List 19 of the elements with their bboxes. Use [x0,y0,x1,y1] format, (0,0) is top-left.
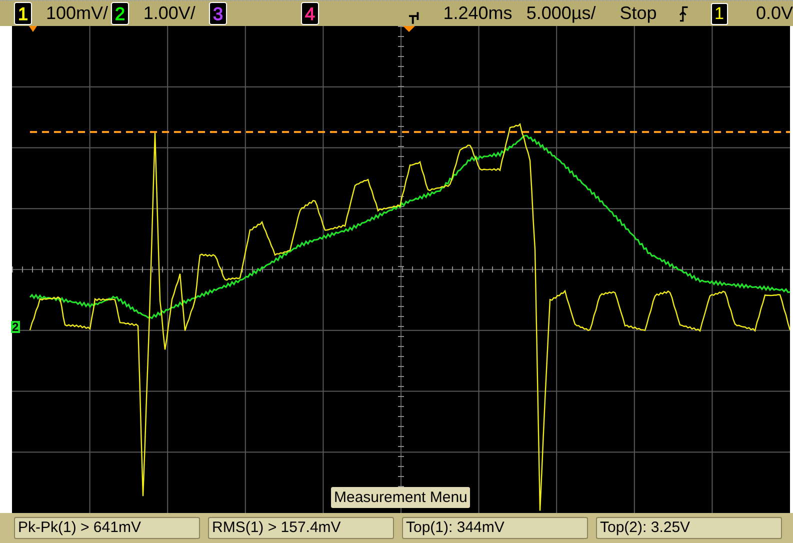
rising-edge-icon [678,6,688,22]
channel-number[interactable]: 3 [208,2,227,25]
menu-title: Measurement Menu [331,487,470,508]
channel-scale: 100mV/ [46,2,108,25]
measurement-readout: Pk-Pk(1) > 641mV [14,517,200,539]
timebase-value: 5.000µs/ [526,2,596,25]
trigger-level: 0.0V [756,2,793,25]
measurement-readout: RMS(1) > 157.4mV [208,517,394,539]
channel-number[interactable]: 4 [301,2,320,25]
ground-marker: 2 [11,321,20,333]
measurement-readout: Top(1): 344mV [402,517,588,539]
delay-value: 1.240ms [443,2,512,25]
measurement-readout: Top(2): 3.25V [596,517,782,539]
channel-scale: 1.00V/ [143,2,196,25]
run-state: Stop [620,2,657,25]
channel-number[interactable]: 2 [111,2,130,25]
channel-number[interactable]: 1 [14,2,32,25]
trigger-position-icon [408,10,422,24]
trigger-source: 1 [710,2,728,24]
